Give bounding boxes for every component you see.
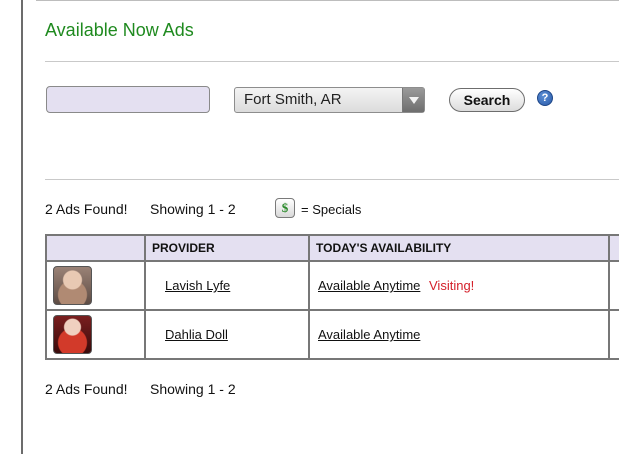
- ads-table: PROVIDER TODAY'S AVAILABILITY Lavish Lyf…: [45, 234, 619, 360]
- header-availability: TODAY'S AVAILABILITY: [308, 234, 610, 262]
- provider-link[interactable]: Dahlia Doll: [165, 327, 228, 342]
- chevron-down-icon[interactable]: [402, 88, 424, 112]
- table-header-row: PROVIDER TODAY'S AVAILABILITY: [45, 234, 619, 262]
- header-photo: [45, 234, 146, 262]
- page-left-border: [21, 0, 23, 454]
- provider-cell: Lavish Lyfe: [144, 260, 310, 311]
- provider-photo[interactable]: [53, 315, 92, 354]
- header-extra: [608, 234, 619, 262]
- table-row: Dahlia Doll Available Anytime: [45, 309, 619, 360]
- page-title: Available Now Ads: [45, 20, 194, 40]
- specials-dollar-icon: $: [275, 198, 295, 218]
- photo-cell: [45, 260, 146, 311]
- availability-link[interactable]: Available Anytime: [318, 278, 420, 293]
- search-input[interactable]: [46, 86, 210, 113]
- photo-cell: [45, 309, 146, 360]
- search-divider: [45, 179, 619, 180]
- showing-range: Showing 1 - 2: [150, 201, 236, 217]
- top-divider: [36, 0, 619, 1]
- specials-legend: = Specials: [301, 202, 362, 217]
- title-divider: [45, 61, 619, 62]
- footer-ads-found-count: 2 Ads Found!: [45, 381, 128, 397]
- extra-cell: [608, 260, 619, 311]
- provider-cell: Dahlia Doll: [144, 309, 310, 360]
- provider-photo[interactable]: [53, 266, 92, 305]
- footer-showing-range: Showing 1 - 2: [150, 381, 236, 397]
- header-provider: PROVIDER: [144, 234, 310, 262]
- extra-cell: [608, 309, 619, 360]
- visiting-badge: Visiting!: [429, 278, 475, 293]
- availability-link[interactable]: Available Anytime: [318, 327, 420, 342]
- availability-cell: Available Anytime Visiting!: [308, 260, 610, 311]
- location-selected-value: Fort Smith, AR: [244, 91, 342, 108]
- availability-cell: Available Anytime: [308, 309, 610, 360]
- location-dropdown[interactable]: Fort Smith, AR: [234, 87, 425, 113]
- provider-link[interactable]: Lavish Lyfe: [165, 278, 230, 293]
- help-glyph: ?: [541, 92, 549, 104]
- table-row: Lavish Lyfe Available Anytime Visiting!: [45, 260, 619, 311]
- specials-dollar-glyph: $: [281, 200, 289, 215]
- search-button[interactable]: Search: [449, 88, 525, 112]
- ads-found-count: 2 Ads Found!: [45, 201, 128, 217]
- help-icon[interactable]: ?: [537, 90, 553, 106]
